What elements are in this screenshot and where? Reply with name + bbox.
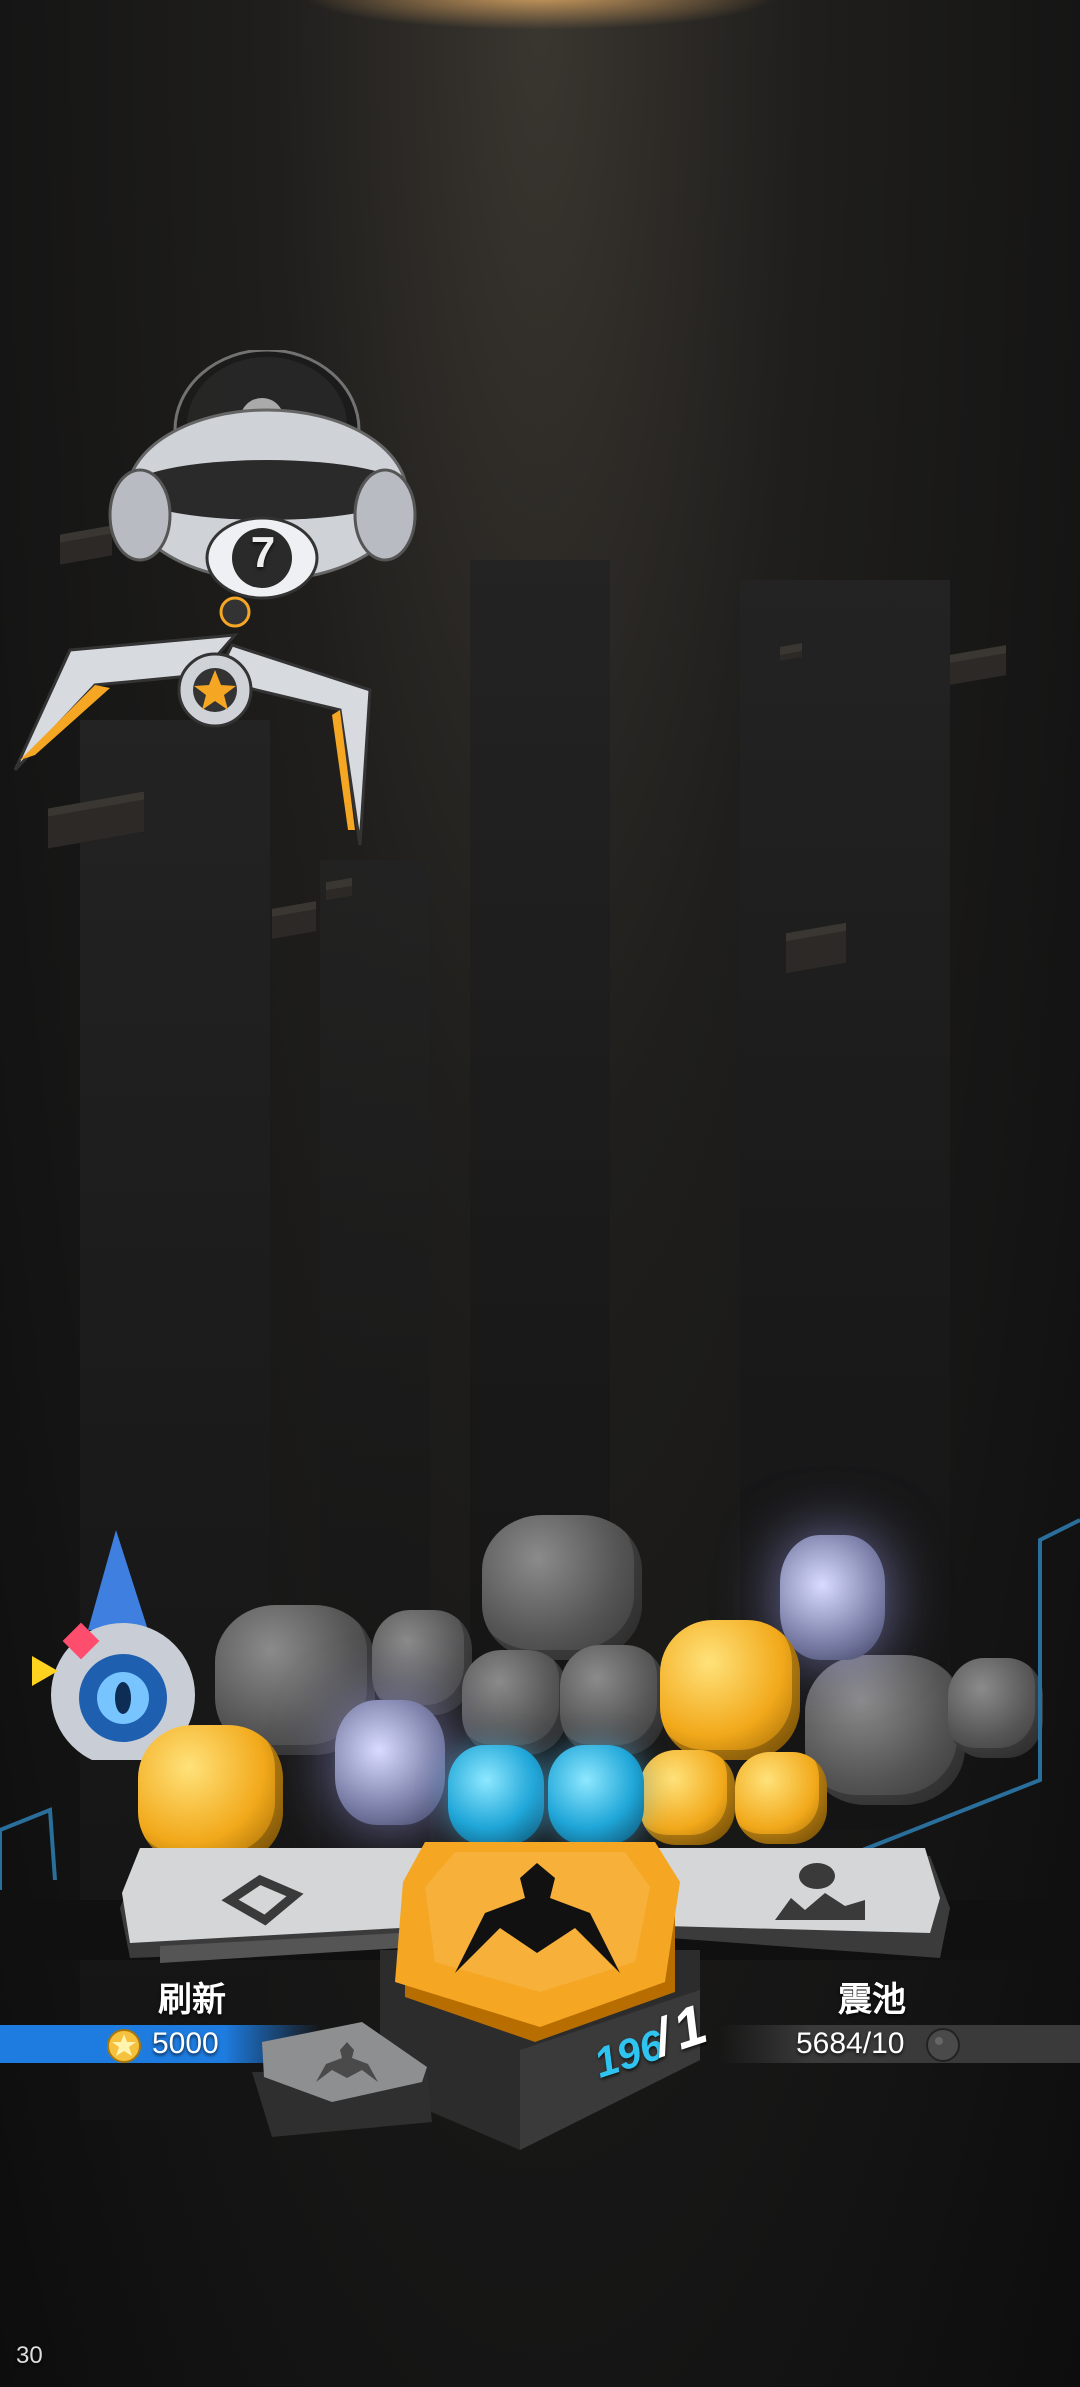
pool-count: 5684/10 [796,2027,905,2060]
star-coin-icon [107,2029,141,2063]
pool-icon [775,1863,865,1920]
ceiling-light [300,0,780,30]
claw-badge-number: 7 [250,528,276,577]
refresh-label: 刷新 [158,1981,226,2019]
pool-label: 震池 [838,1981,906,2019]
floating-cube [272,901,316,939]
claw-icon [455,1863,620,1973]
claw-machine [13,350,417,846]
refresh-cost: 5000 [152,2027,219,2060]
floating-cube [950,645,1006,685]
small-claw-icon [316,2042,378,2082]
refresh-icon [221,1874,304,1926]
fps-counter: 30 [16,2342,43,2369]
rock-icon [926,2028,960,2062]
